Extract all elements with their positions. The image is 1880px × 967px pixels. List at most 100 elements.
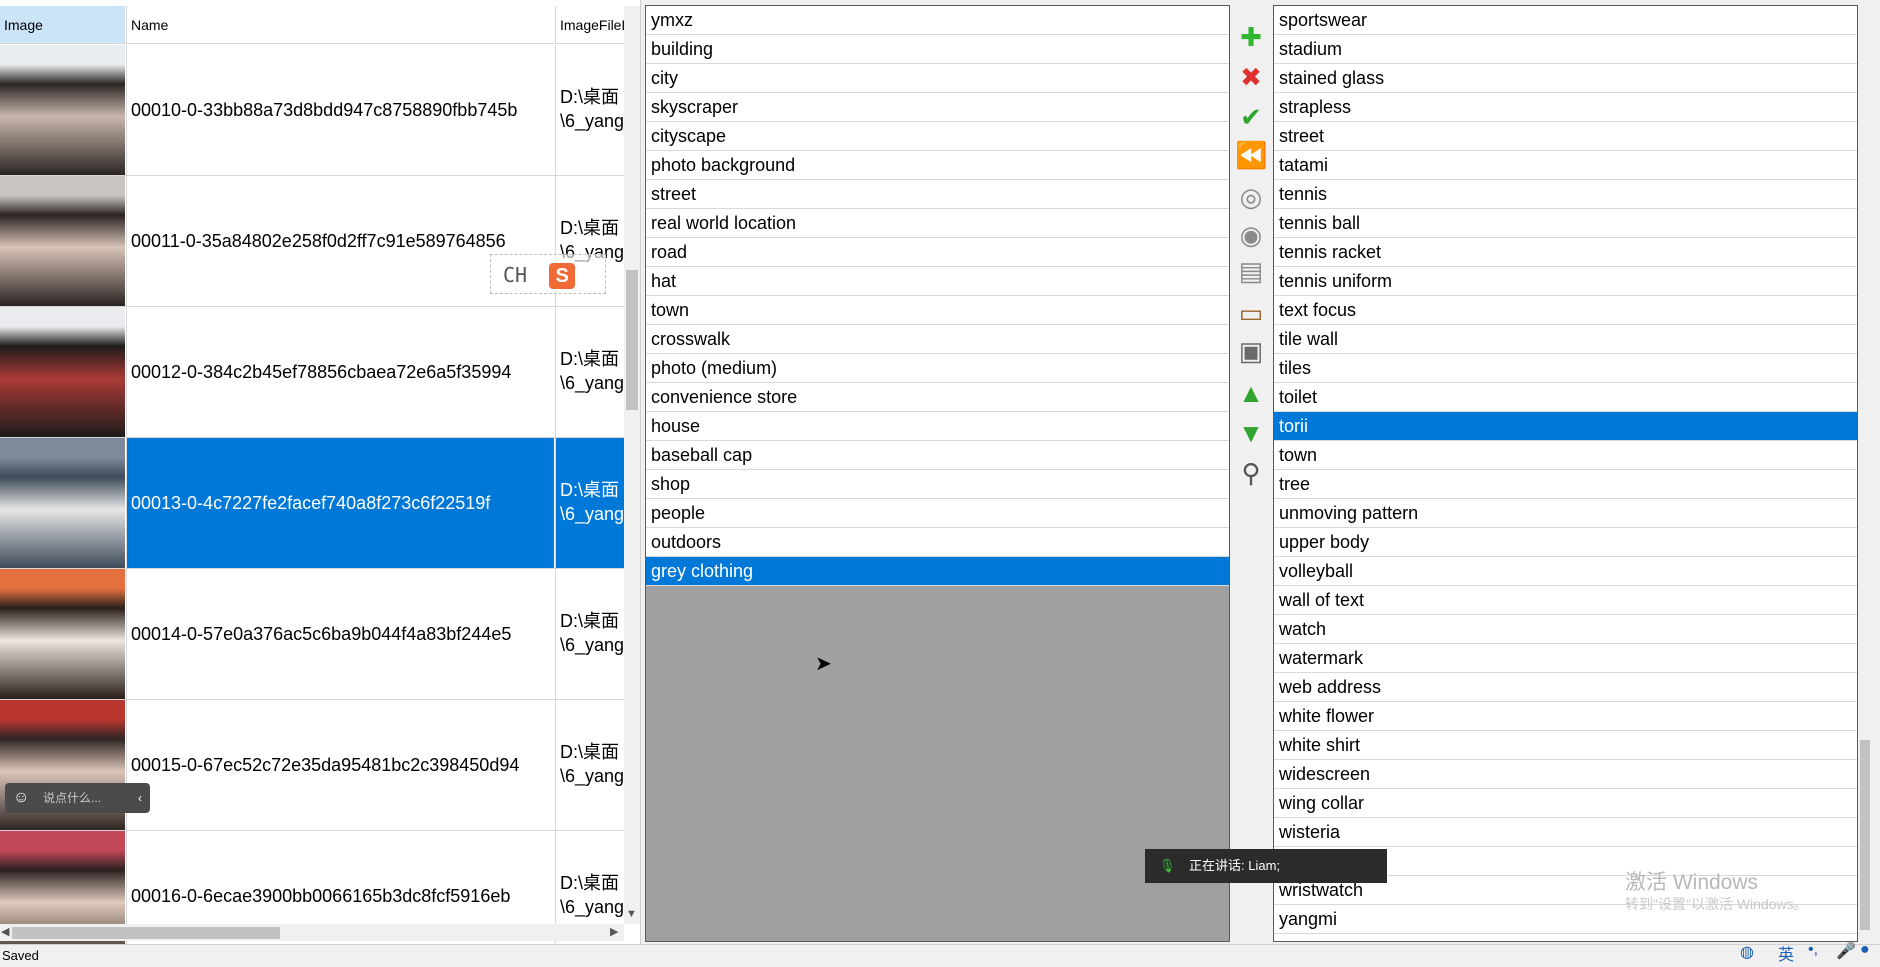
grid-horizontal-scroll-thumb[interactable]	[12, 927, 280, 939]
image-path-cell: D:\桌面 \6_yang	[555, 700, 624, 830]
table-row[interactable]: 00014-0-57e0a376ac5c6ba9b044f4a83bf244e5…	[0, 569, 624, 700]
clipboard-icon[interactable]: ▭	[1235, 297, 1267, 329]
smiley-icon[interactable]: ☺	[13, 783, 29, 813]
tag-item[interactable]: tiles	[1274, 354, 1857, 383]
tag-item[interactable]: white shirt	[1274, 731, 1857, 760]
current-tags-list[interactable]: ymxz building city skyscraper cityscape photo…	[645, 5, 1230, 942]
tag-item[interactable]: tennis uniform	[1274, 267, 1857, 296]
scroll-right-arrow-icon[interactable]: ▶	[610, 925, 618, 938]
scroll-left-arrow-icon[interactable]: ◀	[1, 925, 9, 938]
table-row[interactable]: 00013-0-4c7227fe2facef740a8f273c6f22519f…	[0, 438, 624, 569]
tray-language-indicator[interactable]: 英	[1778, 941, 1794, 965]
tag-item[interactable]: watch	[1274, 615, 1857, 644]
tag-item[interactable]: shop	[646, 470, 1229, 499]
search-icon[interactable]: ⚲	[1235, 457, 1267, 489]
tray-microphone-icon[interactable]: 🎤	[1836, 941, 1856, 961]
thumbnail-image	[0, 307, 125, 437]
tag-item[interactable]: building	[646, 35, 1229, 64]
tag-item[interactable]: wing collar	[1274, 789, 1857, 818]
path-line-1: D:\桌面	[560, 218, 620, 238]
ime-toolbar[interactable]: CH S	[490, 254, 606, 294]
column-header-name[interactable]: Name	[126, 6, 554, 44]
tag-item[interactable]: volleyball	[1274, 557, 1857, 586]
chat-input-bubble[interactable]: ☺ 说点什么... ‹	[5, 783, 150, 813]
tag-item[interactable]: road	[646, 238, 1229, 267]
tag-item[interactable]: street	[1274, 122, 1857, 151]
tag-item[interactable]: toilet	[1274, 383, 1857, 412]
sogou-icon[interactable]: S	[549, 263, 576, 289]
ime-mode-label: CH	[503, 263, 528, 287]
tag-item[interactable]: ymxz	[646, 6, 1229, 35]
rewind-icon[interactable]: ⏪	[1235, 139, 1267, 171]
column-header-path[interactable]: ImageFileP	[555, 6, 624, 44]
path-line-2: \6_yang	[560, 635, 624, 655]
tag-item[interactable]: tile wall	[1274, 325, 1857, 354]
add-icon[interactable]: ✚	[1235, 21, 1267, 53]
image-path-cell: D:\桌面 \6_yang	[555, 569, 624, 699]
tag-item[interactable]: tennis	[1274, 180, 1857, 209]
tag-item[interactable]: tennis racket	[1274, 238, 1857, 267]
tag-item[interactable]: unmoving pattern	[1274, 499, 1857, 528]
tag-item[interactable]: wisteria	[1274, 818, 1857, 847]
tag-item[interactable]: tennis ball	[1274, 209, 1857, 238]
disc-add-icon[interactable]: ◉	[1235, 219, 1267, 251]
tag-item[interactable]: torii	[1274, 412, 1857, 441]
tag-item[interactable]: strapless	[1274, 93, 1857, 122]
disc-stack-icon[interactable]: ▤	[1235, 255, 1267, 287]
tag-item[interactable]: cityscape	[646, 122, 1229, 151]
column-header-path-label: ImageFileP	[560, 17, 624, 33]
delete-icon[interactable]: ✖	[1235, 61, 1267, 93]
tag-item[interactable]: town	[1274, 441, 1857, 470]
tags-scroll-thumb[interactable]	[1860, 740, 1870, 930]
tag-item[interactable]: stadium	[1274, 35, 1857, 64]
tag-item[interactable]: web address	[1274, 673, 1857, 702]
punctuation-icon[interactable]: •,	[1808, 941, 1818, 959]
tag-item[interactable]: sportswear	[1274, 6, 1857, 35]
arrow-up-icon[interactable]: ▲	[1235, 377, 1267, 409]
tag-item[interactable]: crosswalk	[646, 325, 1229, 354]
tag-toolbar: ✚ ✖ ✔ ⏪ ◎ ◉ ▤ ▭ ▣ ▲ ▼ ⚲	[1230, 5, 1273, 525]
tag-item[interactable]: tree	[1274, 470, 1857, 499]
collapse-chevron-icon[interactable]: ‹	[138, 783, 142, 813]
tag-item[interactable]: convenience store	[646, 383, 1229, 412]
tag-item[interactable]: grey clothing	[646, 557, 1229, 586]
table-row[interactable]: 00010-0-33bb88a73d8bdd947c8758890fbb745b…	[0, 45, 624, 176]
tag-item[interactable]: stained glass	[1274, 64, 1857, 93]
tag-item[interactable]: watermark	[1274, 644, 1857, 673]
tag-item[interactable]: town	[646, 296, 1229, 325]
status-text: Saved	[2, 948, 39, 963]
tag-item[interactable]: skyscraper	[646, 93, 1229, 122]
tag-item[interactable]: white flower	[1274, 702, 1857, 731]
tag-item[interactable]: wall of text	[1274, 586, 1857, 615]
tag-item[interactable]: city	[646, 64, 1229, 93]
tag-item[interactable]: outdoors	[646, 528, 1229, 557]
table-row[interactable]: 00012-0-384c2b45ef78856cbaea72e6a5f35994…	[0, 307, 624, 438]
tag-item[interactable]: text focus	[1274, 296, 1857, 325]
tag-item[interactable]: photo (medium)	[646, 354, 1229, 383]
tag-item[interactable]: photo background	[646, 151, 1229, 180]
disc-icon[interactable]: ◎	[1235, 181, 1267, 213]
user-icon[interactable]: ●	[1860, 941, 1870, 959]
ifly-icon[interactable]: ◍	[1740, 942, 1754, 962]
tag-item[interactable]: baseball cap	[646, 441, 1229, 470]
tag-item[interactable]: street	[646, 180, 1229, 209]
grid-vertical-scroll-thumb[interactable]	[626, 270, 638, 410]
tag-item[interactable]: real world location	[646, 209, 1229, 238]
tag-item[interactable]: house	[646, 412, 1229, 441]
column-header-image[interactable]: Image	[0, 6, 125, 44]
grid-vertical-scrollbar[interactable]	[624, 6, 640, 924]
all-tags-list[interactable]: sportswear stadium stained glass strapless s…	[1273, 5, 1858, 942]
tag-item[interactable]: hat	[646, 267, 1229, 296]
voice-speaking-notice: 🎙 正在讲话: Liam;	[1145, 849, 1387, 883]
path-line-2: \6_yang	[560, 766, 624, 786]
tag-item[interactable]: upper body	[1274, 528, 1857, 557]
arrow-down-icon[interactable]: ▼	[1235, 417, 1267, 449]
printer-icon[interactable]: ▣	[1235, 335, 1267, 367]
confirm-icon[interactable]: ✔	[1235, 101, 1267, 133]
tag-item[interactable]: widescreen	[1274, 760, 1857, 789]
path-line-1: D:\桌面	[560, 480, 620, 500]
system-tray: ◍ 英 •, 🎤 ●	[1740, 938, 1880, 966]
tag-item[interactable]: people	[646, 499, 1229, 528]
scroll-down-arrow-icon[interactable]: ▼	[626, 908, 637, 920]
tag-item[interactable]: tatami	[1274, 151, 1857, 180]
